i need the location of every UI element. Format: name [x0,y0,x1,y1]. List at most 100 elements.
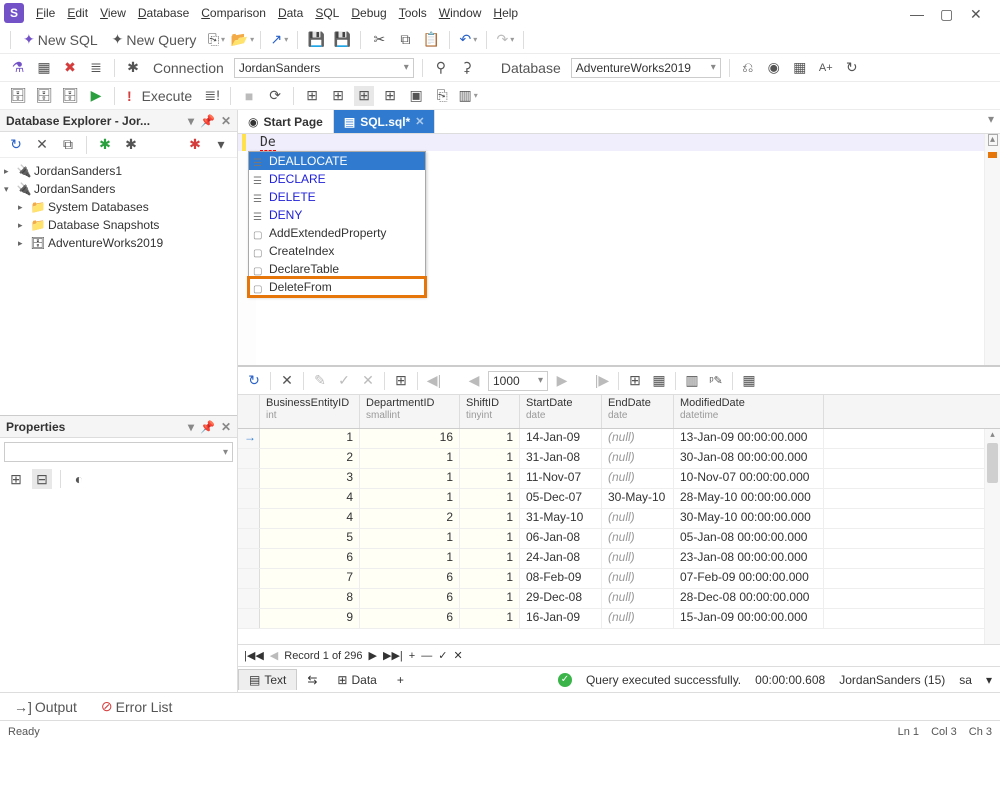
db-icon-1[interactable]: 🗄 [8,86,28,106]
tree-snapshots[interactable]: ▸📁Database Snapshots [2,216,235,234]
autocomplete-item[interactable]: DENY [249,206,425,224]
results-revert-icon[interactable]: ✕ [358,371,378,391]
result-tab-swap[interactable]: ⇆ [297,670,327,690]
grid-scrollbar[interactable]: ▴ [984,429,1000,644]
stop-button[interactable]: ■ [239,86,259,106]
explorer-menu-icon[interactable]: ▾ [211,135,231,155]
save-button[interactable]: 💾 [306,30,326,50]
tab-close-icon[interactable]: ✕ [415,115,424,128]
explorer-remove-icon[interactable]: ✱ [185,135,205,155]
nav-next-icon[interactable]: ▶ [369,649,377,662]
explorer-unplug-icon[interactable]: ✱ [121,135,141,155]
panel-dropdown-icon[interactable]: ▾ [188,114,194,128]
table-row[interactable]: →116114-Jan-09(null)13-Jan-09 00:00:00.0… [238,429,1000,449]
output-tab[interactable]: →]Output [10,697,81,717]
props-close-icon[interactable]: ✕ [221,420,231,434]
open-recent-button[interactable]: ⎘ [206,30,226,50]
column-EndDate[interactable]: EndDatedate [602,395,674,428]
nav-prev-icon[interactable]: ◀ [270,649,278,662]
redo-button[interactable]: ↷ [495,30,515,50]
table-row[interactable]: 42131-May-10(null)30-May-10 00:00:00.000 [238,509,1000,529]
pager-prev-icon[interactable]: ◀ [464,371,484,391]
tab-start-page[interactable]: ◉Start Page [238,110,334,133]
disconnect-icon[interactable]: ⚳ [457,58,477,78]
save-all-button[interactable]: 💾 [332,30,352,50]
export-data-icon[interactable]: ▦ [739,371,759,391]
minimize-button[interactable]: — [910,6,924,20]
menu-database[interactable]: Database [132,4,195,22]
pager-next-icon[interactable]: ▶ [552,371,572,391]
nav-first-icon[interactable]: |◀◀ [244,649,264,662]
editor-scrollbar[interactable]: ▴ [984,134,1000,365]
menu-debug[interactable]: Debug [345,4,392,22]
maximize-button[interactable]: ▢ [940,6,954,20]
debug-step-button[interactable]: ≣! [202,86,222,106]
recent-button[interactable]: ↗ [269,30,289,50]
table-row[interactable]: 51106-Jan-08(null)05-Jan-08 00:00:00.000 [238,529,1000,549]
tool-icon-3[interactable]: ▦ [790,58,810,78]
props-dropdown-icon[interactable]: ▾ [188,420,194,434]
table-row[interactable]: 31111-Nov-07(null)10-Nov-07 00:00:00.000 [238,469,1000,489]
result-tab-add[interactable]: + [387,670,414,690]
view-card-icon[interactable]: ▦ [649,371,669,391]
nav-cancel-icon[interactable]: ✕ [453,649,462,662]
autocomplete-item[interactable]: DeclareTable [249,260,425,278]
menu-file[interactable]: File [30,4,61,22]
results-apply-icon[interactable]: ✓ [334,371,354,391]
run-button[interactable]: ▶ [86,86,106,106]
column-ModifiedDate[interactable]: ModifiedDatedatetime [674,395,824,428]
explorer-delete-icon[interactable]: ✕ [32,135,52,155]
autocomplete-item[interactable]: AddExtendedProperty [249,224,425,242]
panel-close-icon[interactable]: ✕ [221,114,231,128]
results-commit-icon[interactable]: ✎ [310,371,330,391]
sql-editor[interactable]: De DEALLOCATEDECLAREDELETEDENYAddExtende… [238,134,1000,366]
explorer-refresh-icon[interactable]: ↻ [6,135,26,155]
database-combo[interactable]: AdventureWorks2019 [571,58,721,78]
grid-icon-1[interactable]: ⊞ [302,86,322,106]
menu-window[interactable]: Window [433,4,488,22]
menu-help[interactable]: Help [487,4,524,22]
autocomplete-item[interactable]: DEALLOCATE [249,152,425,170]
menu-data[interactable]: Data [272,4,309,22]
execute-button[interactable]: ! Execute [123,86,196,106]
tree-server-1[interactable]: ▸🔌JordanSanders1 [2,162,235,180]
props-info-icon[interactable]: ◐ [69,469,89,489]
restart-button[interactable]: ⟳ [265,86,285,106]
plug-icon[interactable]: ⚲ [431,58,451,78]
nav-last-icon[interactable]: ▶▶| [383,649,403,662]
column-ShiftID[interactable]: ShiftIDtinyint [460,395,520,428]
autocomplete-item[interactable]: DELETE [249,188,425,206]
props-sort-icon[interactable]: ⊞ [6,469,26,489]
minimap-icon[interactable] [988,134,998,146]
error-list-tab[interactable]: ⊘Error List [97,697,177,717]
nav-add-icon[interactable]: + [409,650,415,662]
link-icon[interactable]: ✱ [123,58,143,78]
grid-icon-3[interactable]: ⊞ [354,86,374,106]
open-button[interactable]: 📂 [232,30,252,50]
explorer-plug-icon[interactable]: ✱ [95,135,115,155]
table-row[interactable]: 41105-Dec-0730-May-1028-May-10 00:00:00.… [238,489,1000,509]
export-icon[interactable]: ⎘ [432,86,452,106]
connection-combo[interactable]: JordanSanders [234,58,414,78]
result-tab-data[interactable]: ⊞Data [327,670,386,690]
tree-database[interactable]: ▸🗄AdventureWorks2019 [2,234,235,252]
tool-icon-4[interactable]: A+ [816,58,836,78]
table-row[interactable]: 76108-Feb-09(null)07-Feb-09 00:00:00.000 [238,569,1000,589]
menu-sql[interactable]: SQL [309,4,345,22]
props-pin-icon[interactable]: 📌 [200,420,215,434]
flask-icon[interactable]: ⚗ [8,58,28,78]
doc-icon[interactable]: ▦ [34,58,54,78]
cut-button[interactable]: ✂ [369,30,389,50]
format-icon[interactable]: ≣ [86,58,106,78]
results-cancel-icon[interactable]: ✕ [277,371,297,391]
autocomplete-item[interactable]: CreateIndex [249,242,425,260]
filter-icon[interactable]: ᵖ✎ [706,371,726,391]
panel-pin-icon[interactable]: 📌 [200,114,215,128]
results-refresh-icon[interactable]: ↻ [244,371,264,391]
grid-icon-4[interactable]: ⊞ [380,86,400,106]
menu-edit[interactable]: Edit [61,4,94,22]
nav-apply-icon[interactable]: ✓ [438,649,447,662]
view-pivot-icon[interactable]: ▥ [682,371,702,391]
refresh-button[interactable]: ↻ [842,58,862,78]
explorer-copy-icon[interactable]: ⧉ [58,135,78,155]
